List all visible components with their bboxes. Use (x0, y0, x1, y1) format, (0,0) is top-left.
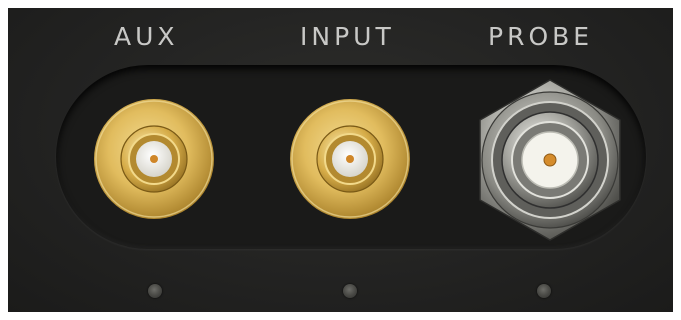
center-pin (150, 155, 158, 163)
led-indicator-input (343, 284, 357, 298)
label-input: INPUT (300, 22, 395, 51)
center-pin (543, 153, 557, 167)
instrument-panel: AUX INPUT PROBE (8, 8, 673, 312)
input-connector[interactable] (288, 97, 412, 221)
led-indicator-aux (148, 284, 162, 298)
label-aux: AUX (114, 22, 179, 51)
photo-frame: AUX INPUT PROBE (0, 0, 681, 320)
center-pin (346, 155, 354, 163)
aux-connector[interactable] (92, 97, 216, 221)
led-indicator-probe (537, 284, 551, 298)
probe-connector[interactable] (470, 76, 630, 246)
label-probe: PROBE (488, 22, 594, 51)
